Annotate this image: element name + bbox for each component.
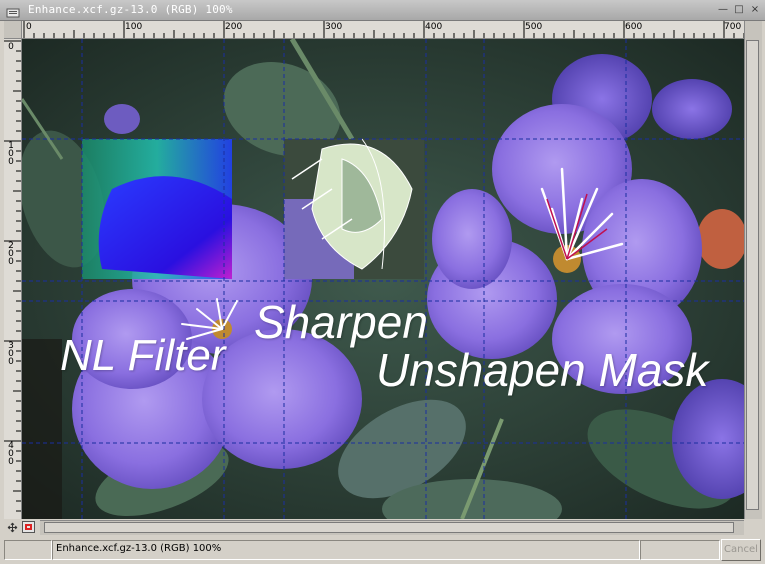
nl-filter-label: NL Filter (60, 331, 226, 380)
ruler-label: 0 (8, 42, 14, 52)
unsharp-mask-label: Unshapen Mask (376, 344, 709, 396)
flower-image (22, 39, 744, 519)
ruler-label: 300 (325, 22, 343, 32)
horizontal-ruler[interactable]: 0 100 200 300 400 500 600 700 (22, 21, 744, 39)
horizontal-scroll-thumb[interactable] (44, 522, 734, 533)
pointer-coordinates (4, 540, 52, 560)
ruler-label: 400 (425, 22, 443, 32)
ruler-label: 300 (8, 341, 14, 367)
ruler-label: 600 (625, 22, 643, 32)
ruler-label: 500 (525, 22, 543, 32)
ruler-label: 100 (8, 141, 14, 167)
vertical-scroll-thumb[interactable] (746, 40, 759, 510)
quick-mask-icon (25, 524, 32, 530)
cancel-button[interactable]: Cancel (721, 539, 761, 561)
status-text: Enhance.xcf.gz-13.0 (RGB) 100% (56, 543, 222, 554)
close-button[interactable]: × (749, 4, 761, 16)
ruler-label: 700 (724, 22, 742, 32)
sharpen-label: Sharpen (254, 296, 428, 348)
ruler-label: 400 (8, 441, 14, 467)
ruler-label: 200 (225, 22, 243, 32)
progress-bar (640, 540, 720, 560)
ruler-label: 0 (26, 22, 32, 32)
window-menu-icon[interactable] (6, 4, 20, 18)
image-canvas[interactable]: NL Filter Sharpen Unshapen Mask (22, 39, 744, 519)
ruler-label: 200 (8, 241, 14, 267)
maximize-button[interactable]: □ (733, 4, 745, 16)
minimize-button[interactable]: — (717, 4, 729, 16)
vertical-ruler[interactable]: 0 100 200 300 400 (4, 39, 22, 519)
ruler-label: 100 (125, 22, 143, 32)
window-title: Enhance.xcf.gz-13.0 (RGB) 100% (28, 3, 233, 16)
navigate-icon[interactable] (6, 522, 19, 533)
ruler-corner (4, 21, 22, 39)
